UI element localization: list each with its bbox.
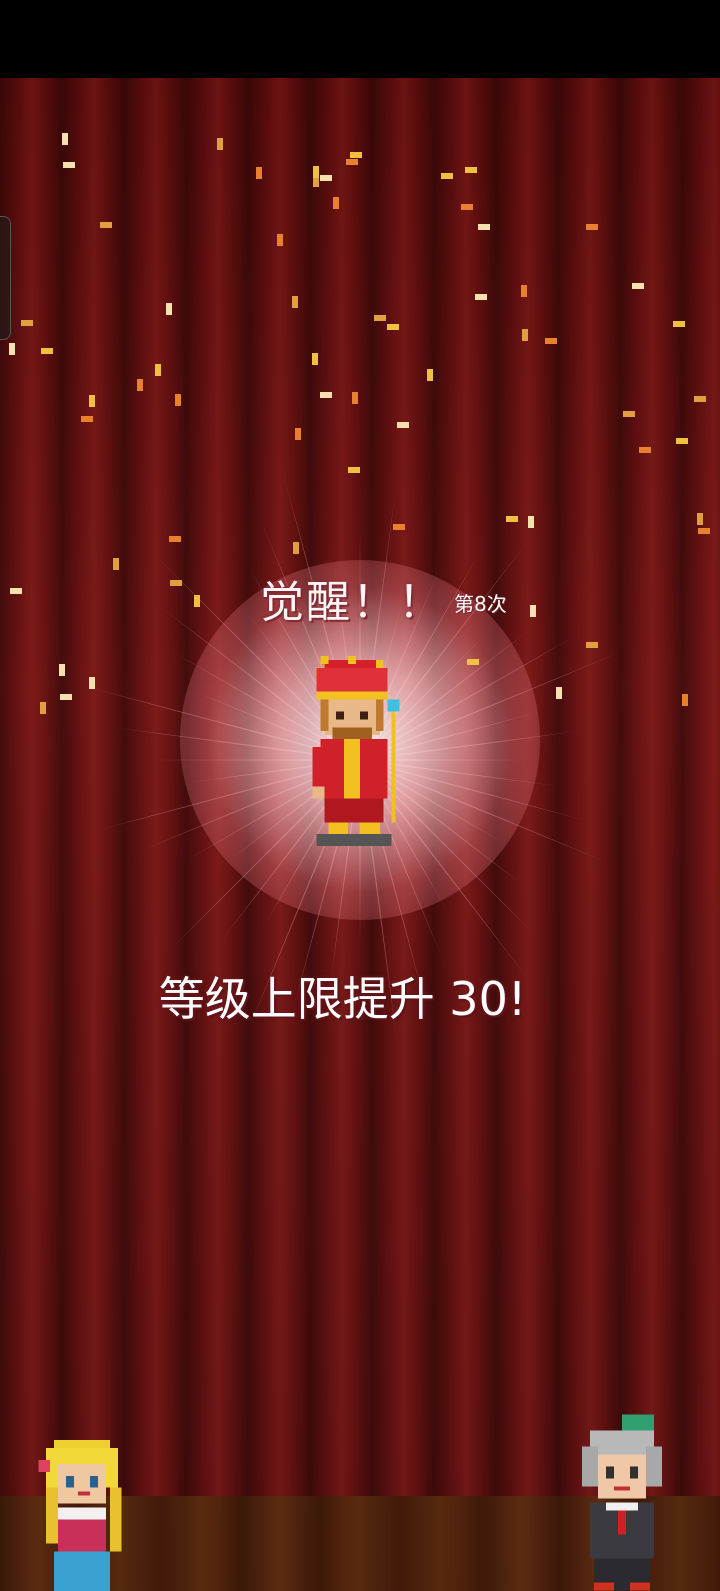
confetti-piece — [320, 175, 332, 181]
confetti-piece — [632, 283, 644, 289]
confetti-piece — [313, 166, 319, 178]
confetti-piece — [397, 422, 409, 428]
confetti-piece — [41, 348, 53, 354]
confetti-piece — [292, 296, 298, 308]
confetti-piece — [427, 369, 433, 381]
confetti-piece — [40, 702, 46, 714]
confetti-piece — [81, 416, 93, 422]
confetti-piece — [169, 536, 181, 542]
confetti-piece — [586, 224, 598, 230]
confetti-piece — [478, 224, 490, 230]
awakening-title: 觉醒！！ — [260, 577, 444, 628]
confetti-piece — [461, 204, 473, 210]
confetti-piece — [175, 394, 181, 406]
confetti-piece — [194, 595, 200, 607]
confetti-piece — [676, 438, 688, 444]
confetti-piece — [694, 396, 706, 402]
confetti-piece — [312, 353, 318, 365]
level-cap-message: 等级上限提升 30! — [158, 972, 527, 1026]
confetti-piece — [467, 659, 479, 665]
confetti-piece — [137, 379, 143, 391]
confetti-piece — [545, 338, 557, 344]
confetti-piece — [170, 580, 182, 586]
confetti-piece — [62, 133, 68, 145]
hero-king-sprite — [312, 656, 400, 846]
confetti-piece — [217, 138, 223, 150]
confetti-piece — [441, 173, 453, 179]
confetti-piece — [475, 294, 487, 300]
confetti-piece — [393, 524, 405, 530]
confetti-piece — [697, 513, 703, 525]
confetti-piece — [556, 687, 562, 699]
awakening-count: 第8次 — [454, 592, 507, 616]
confetti-piece — [521, 285, 527, 297]
confetti-piece — [506, 516, 518, 522]
confetti-piece — [333, 197, 339, 209]
confetti-piece — [586, 642, 598, 648]
confetti-piece — [465, 167, 477, 173]
confetti-piece — [352, 392, 358, 404]
confetti-piece — [293, 542, 299, 554]
confetti-piece — [698, 528, 710, 534]
confetti-piece — [256, 167, 262, 179]
confetti-piece — [9, 343, 15, 355]
confetti-piece — [374, 315, 386, 321]
confetti-piece — [350, 152, 362, 158]
confetti-piece — [639, 447, 651, 453]
confetti-piece — [89, 677, 95, 689]
confetti-piece — [21, 320, 33, 326]
game-screen[interactable]: 觉醒！！ 第8次 等级上限提升 30! — [0, 0, 720, 1591]
confetti-piece — [113, 558, 119, 570]
confetti-piece — [320, 392, 332, 398]
confetti-piece — [673, 321, 685, 327]
confetti-piece — [63, 162, 75, 168]
blonde-girl-sprite — [38, 1440, 122, 1591]
gray-haired-boy-sprite — [582, 1414, 662, 1591]
confetti-piece — [89, 395, 95, 407]
confetti-piece — [166, 303, 172, 315]
confetti-piece — [623, 411, 635, 417]
confetti-piece — [155, 364, 161, 376]
confetti-piece — [277, 234, 283, 246]
confetti-piece — [387, 324, 399, 330]
confetti-piece — [530, 605, 536, 617]
confetti-piece — [346, 159, 358, 165]
confetti-piece — [682, 694, 688, 706]
confetti-piece — [59, 664, 65, 676]
confetti-piece — [348, 467, 360, 473]
confetti-piece — [528, 516, 534, 528]
confetti-piece — [60, 694, 72, 700]
confetti-piece — [295, 428, 301, 440]
confetti-piece — [100, 222, 112, 228]
confetti-piece — [10, 588, 22, 594]
confetti-piece — [522, 329, 528, 341]
